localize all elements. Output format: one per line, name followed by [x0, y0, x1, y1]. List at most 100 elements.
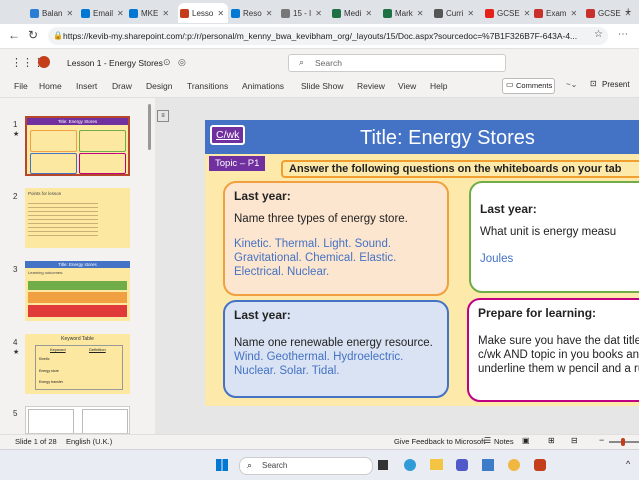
comments-label: Comments [516, 81, 553, 90]
slide-navigation-icon[interactable]: ≡ [157, 110, 169, 122]
edge-icon[interactable] [404, 459, 416, 471]
tab-favicon-icon [281, 8, 290, 18]
menu-draw[interactable]: Draw [112, 81, 132, 91]
browser-tab[interactable]: GCSE ✕ [483, 3, 533, 23]
thumbnail-scrollbar[interactable] [148, 104, 151, 150]
windows-start-icon[interactable] [216, 459, 228, 471]
thumbnail-outcome-bar [28, 281, 127, 290]
document-title[interactable]: Lesson 1 - Energy Stores [67, 58, 163, 68]
navigation-bar: ← ↻ 🔒 https://kevib-my.sharepoint.com/:p… [0, 24, 639, 49]
slide[interactable]: C/wk Title: Energy Stores Topic – P1 Ans… [205, 120, 639, 406]
store-icon[interactable] [482, 459, 494, 471]
sensitivity-icon[interactable]: ◎ [178, 57, 186, 68]
tab-favicon-icon [332, 8, 341, 18]
tab-close-icon[interactable]: ✕ [266, 9, 273, 18]
taskbar-search-placeholder: Search [262, 461, 288, 470]
thumbnail-slide-1[interactable]: Title: Energy Stores [25, 116, 130, 176]
thumbnail-slide-4[interactable]: Keyword Table Keyword Definition Kinetic… [25, 334, 130, 394]
thumbnail-card [30, 153, 77, 174]
thumbnail-number: 1 [13, 120, 18, 129]
thumbnail-title: Points for lesson [28, 191, 62, 196]
menu-insert[interactable]: Insert [76, 81, 97, 91]
browser-tab[interactable]: Exam ✕ [532, 3, 582, 23]
question-card-1: Last year: Name three types of energy st… [223, 181, 449, 296]
thumbnail-slide-5[interactable] [25, 406, 130, 434]
notes-icon[interactable]: ☰ [484, 436, 491, 445]
tab-close-icon[interactable]: ✕ [417, 9, 424, 18]
thumbnail-slide-3[interactable]: Title: Energy stores Learning outcomes: [25, 261, 130, 321]
notes-button[interactable]: Notes [494, 437, 514, 446]
taskbar-search-box[interactable]: ⌕ Search [239, 457, 373, 475]
menu-help[interactable]: Help [430, 81, 447, 91]
browser-tab[interactable]: Curri ✕ [432, 3, 482, 23]
normal-view-icon[interactable]: ▣ [522, 436, 530, 445]
menu-file[interactable]: File [14, 81, 28, 91]
tab-label: GCSE [598, 8, 621, 18]
tab-close-icon[interactable]: ✕ [570, 9, 577, 18]
zoom-out-icon[interactable]: − [599, 435, 604, 445]
catch-up-icon[interactable]: ~⌄ [566, 80, 577, 89]
teams-icon[interactable] [456, 459, 468, 471]
comments-button[interactable]: ▭ Comments [502, 78, 555, 94]
card-question: Name one renewable energy resource. [234, 337, 433, 349]
browser-menu-icon[interactable]: ⋯ [618, 29, 628, 41]
search-box[interactable]: ⌕ Search [288, 54, 506, 72]
comment-icon: ▭ [506, 80, 514, 89]
task-view-icon[interactable] [378, 460, 388, 470]
tab-label: Exam [546, 8, 567, 18]
menu-animations[interactable]: Animations [242, 81, 284, 91]
menu-review[interactable]: Review [357, 81, 385, 91]
zoom-slider[interactable] [609, 438, 639, 446]
tab-label: Lesso [192, 8, 214, 18]
tab-favicon-icon [129, 8, 138, 18]
reload-icon[interactable]: ↻ [28, 29, 38, 41]
menu-transitions[interactable]: Transitions [187, 81, 228, 91]
menu-slide-show[interactable]: Slide Show [301, 81, 344, 91]
tab-close-icon[interactable]: ✕ [162, 9, 169, 18]
reading-view-icon[interactable]: ⊟ [571, 436, 578, 445]
zoom-slider-thumb[interactable] [621, 438, 625, 446]
card-question: What unit is energy measu [480, 226, 617, 238]
tab-close-icon[interactable]: ✕ [217, 9, 224, 18]
thumbnail-table-cell: Kinetic [39, 357, 50, 361]
tab-label: Curri [446, 8, 464, 18]
tab-close-icon[interactable]: ✕ [467, 9, 474, 18]
browser-tab[interactable]: Balan ✕ [28, 3, 78, 23]
save-status-icon[interactable]: ⊙ [163, 57, 171, 68]
browser-tab[interactable]: Lesso ✕ [178, 3, 228, 23]
favorite-star-icon[interactable]: ☆ [594, 29, 603, 41]
browser-tab[interactable]: 15 - I ✕ [279, 3, 329, 23]
app-icon[interactable] [508, 459, 520, 471]
thumbnail-title: Title: Energy stores [25, 261, 130, 268]
browser-tab[interactable]: Email ✕ [79, 3, 129, 23]
tab-close-icon[interactable]: ✕ [524, 9, 531, 18]
tab-close-icon[interactable]: ✕ [365, 9, 372, 18]
question-card-3: Last year: Name one renewable energy res… [223, 300, 449, 398]
menu-view[interactable]: View [398, 81, 416, 91]
new-tab-icon[interactable]: + [625, 6, 631, 18]
feedback-link[interactable]: Give Feedback to Microsoft [394, 437, 485, 446]
slide-sorter-icon[interactable]: ⊞ [548, 436, 555, 445]
tab-favicon-icon [180, 8, 189, 18]
address-bar[interactable]: 🔒 https://kevib-my.sharepoint.com/:p:/r/… [48, 27, 608, 45]
browser-tab[interactable]: Mark ✕ [381, 3, 431, 23]
menu-design[interactable]: Design [146, 81, 172, 91]
powerpoint-logo-icon[interactable] [38, 56, 50, 68]
file-explorer-icon[interactable] [430, 459, 443, 470]
back-icon[interactable]: ← [8, 29, 20, 41]
tab-close-icon[interactable]: ✕ [315, 9, 322, 18]
thumbnail-title: Keyword Table [61, 336, 94, 342]
tab-close-icon[interactable]: ✕ [66, 9, 73, 18]
tab-close-icon[interactable]: ✕ [117, 9, 124, 18]
language-indicator[interactable]: English (U.K.) [66, 437, 112, 446]
tab-favicon-icon [30, 8, 39, 18]
tray-chevron-icon[interactable]: ^ [626, 459, 630, 469]
menu-home[interactable]: Home [39, 81, 62, 91]
thumbnail-slide-2[interactable]: Points for lesson [25, 188, 130, 248]
browser-tab[interactable]: Reso ✕ [229, 3, 279, 23]
browser-tab[interactable]: MKE ✕ [127, 3, 177, 23]
status-bar: Slide 1 of 28 English (U.K.) Give Feedba… [0, 434, 639, 449]
browser-tab[interactable]: Medi ✕ [330, 3, 380, 23]
powerpoint-taskbar-icon[interactable] [534, 459, 546, 471]
present-button[interactable]: ⊡ Present [588, 78, 638, 92]
